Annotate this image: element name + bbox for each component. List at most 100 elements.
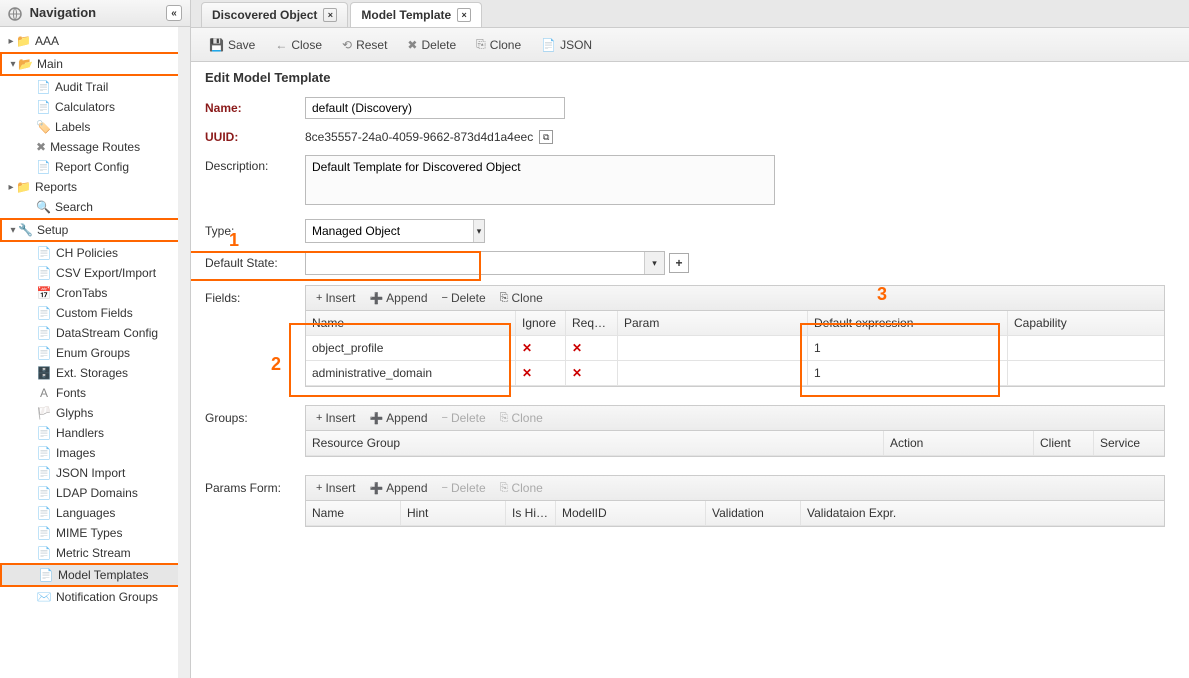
- table-row[interactable]: administrative_domain✕✕1: [306, 361, 1164, 386]
- append-button[interactable]: ➕Append: [363, 289, 433, 307]
- fields-grid: +Insert ➕Append −Delete ⎘Clone Name Igno…: [305, 285, 1165, 387]
- file-icon: 📄: [541, 38, 556, 52]
- col-name[interactable]: Name: [306, 501, 401, 525]
- file-icon: 📄: [36, 160, 51, 174]
- tree-item[interactable]: 🏳️Glyphs: [0, 403, 190, 423]
- tree-item[interactable]: 📄Handlers: [0, 423, 190, 443]
- minus-icon: −: [442, 482, 448, 494]
- insert-button[interactable]: +Insert: [310, 409, 361, 427]
- tab-model-template[interactable]: Model Template ×: [350, 2, 482, 27]
- tree-item[interactable]: 📄Images: [0, 443, 190, 463]
- insert-button[interactable]: +Insert: [310, 479, 361, 497]
- type-input[interactable]: [306, 220, 473, 242]
- groups-header-row: Resource Group Action Client Service: [306, 431, 1164, 456]
- col-action[interactable]: Action: [884, 431, 1034, 455]
- col-required[interactable]: Requi...: [566, 311, 618, 335]
- tree-item[interactable]: 📄Metric Stream: [0, 543, 190, 563]
- col-hint[interactable]: Hint: [401, 501, 506, 525]
- col-is-hide[interactable]: Is Hide: [506, 501, 556, 525]
- col-service[interactable]: Service: [1094, 431, 1164, 455]
- tree-scrollbar[interactable]: [178, 27, 190, 678]
- col-param[interactable]: Param: [618, 311, 808, 335]
- save-icon: 💾: [209, 38, 224, 52]
- tree-item-setup[interactable]: ▾ 🔧 Setup: [0, 218, 190, 242]
- name-input[interactable]: [305, 97, 565, 119]
- copy-icon[interactable]: ⧉: [539, 130, 553, 144]
- tree-item[interactable]: 📄DataStream Config: [0, 323, 190, 343]
- insert-button[interactable]: +Insert: [310, 289, 361, 307]
- tree-item[interactable]: 📄Calculators: [0, 97, 190, 117]
- append-button[interactable]: ➕Append: [363, 479, 433, 497]
- table-row[interactable]: object_profile✕✕1: [306, 336, 1164, 361]
- tree-item[interactable]: 📄JSON Import: [0, 463, 190, 483]
- col-client[interactable]: Client: [1034, 431, 1094, 455]
- cell-default-expression: 1: [808, 336, 1008, 360]
- fields-grid-toolbar: +Insert ➕Append −Delete ⎘Clone: [306, 286, 1164, 311]
- default-state-combo[interactable]: ▾: [305, 251, 665, 275]
- params-grid: +Insert ➕Append −Delete ⎘Clone Name Hint…: [305, 475, 1165, 527]
- tab-label: Discovered Object: [212, 8, 317, 22]
- tree-item[interactable]: 📄Custom Fields: [0, 303, 190, 323]
- default-state-input[interactable]: [306, 252, 644, 274]
- close-icon[interactable]: ×: [323, 8, 337, 22]
- sidebar-collapse-button[interactable]: «: [166, 5, 182, 21]
- tree-item[interactable]: 📄MIME Types: [0, 523, 190, 543]
- delete-button[interactable]: ✖Delete: [399, 35, 464, 55]
- tree-item-aaa[interactable]: ▸ 📁 AAA: [0, 31, 190, 51]
- tree-item[interactable]: 📄CH Policies: [0, 243, 190, 263]
- file-icon: 🗄️: [36, 366, 52, 380]
- save-button[interactable]: 💾Save: [201, 35, 263, 55]
- add-state-button[interactable]: +: [669, 253, 689, 273]
- delete-button: −Delete: [436, 409, 492, 427]
- tree-item[interactable]: 📄Languages: [0, 503, 190, 523]
- tree-item[interactable]: AFonts: [0, 383, 190, 403]
- col-name[interactable]: Name: [306, 311, 516, 335]
- delete-button: −Delete: [436, 479, 492, 497]
- tree-item-model-templates[interactable]: 📄Model Templates: [0, 563, 190, 587]
- x-icon: ✕: [572, 366, 582, 380]
- tree-item[interactable]: 📄CSV Export/Import: [0, 263, 190, 283]
- tree-label: AAA: [35, 34, 59, 48]
- tree-item[interactable]: 📄Report Config: [0, 157, 190, 177]
- tree-item[interactable]: 🏷️Labels: [0, 117, 190, 137]
- col-resource-group[interactable]: Resource Group: [306, 431, 884, 455]
- json-button[interactable]: 📄JSON: [533, 35, 600, 55]
- col-default-expression[interactable]: Default expression: [808, 311, 1008, 335]
- delete-button[interactable]: −Delete: [436, 289, 492, 307]
- tree-label: Metric Stream: [56, 546, 131, 560]
- file-icon: ✖: [36, 140, 46, 154]
- close-icon[interactable]: ×: [457, 8, 471, 22]
- tree-label: Fonts: [56, 386, 86, 400]
- col-validation-expr[interactable]: Validataion Expr.: [801, 501, 931, 525]
- tree-item[interactable]: ✉️Notification Groups: [0, 587, 190, 607]
- tree-item-reports[interactable]: ▸ 📁 Reports: [0, 177, 190, 197]
- append-button[interactable]: ➕Append: [363, 409, 433, 427]
- clone-button[interactable]: ⎘Clone: [468, 34, 529, 55]
- reset-button[interactable]: ⟲Reset: [334, 35, 395, 55]
- tree-item[interactable]: 📄Enum Groups: [0, 343, 190, 363]
- close-button[interactable]: ←Close: [267, 35, 330, 55]
- col-modelid[interactable]: ModelID: [556, 501, 706, 525]
- type-combo[interactable]: ▾: [305, 219, 485, 243]
- tab-discovered-object[interactable]: Discovered Object ×: [201, 2, 348, 27]
- file-icon: 📄: [38, 568, 54, 582]
- tree-item[interactable]: ✖ Message Routes: [0, 137, 190, 157]
- tree-label: Message Routes: [50, 140, 140, 154]
- tree-item-search[interactable]: 🔍 Search: [0, 197, 190, 217]
- col-capability[interactable]: Capability: [1008, 311, 1164, 335]
- btn-label: Delete: [451, 291, 486, 305]
- col-validation[interactable]: Validation: [706, 501, 801, 525]
- tree-item[interactable]: 🗄️Ext. Storages: [0, 363, 190, 383]
- params-grid-toolbar: +Insert ➕Append −Delete ⎘Clone: [306, 476, 1164, 501]
- col-ignore[interactable]: Ignore: [516, 311, 566, 335]
- chevron-down-icon[interactable]: ▾: [473, 220, 484, 242]
- file-icon: 📄: [36, 306, 52, 320]
- description-input[interactable]: [305, 155, 775, 205]
- file-icon: 📄: [36, 446, 52, 460]
- tree-item-main[interactable]: ▾ 📂 Main: [0, 52, 190, 76]
- chevron-down-icon[interactable]: ▾: [644, 252, 664, 274]
- tree-item[interactable]: 📄LDAP Domains: [0, 483, 190, 503]
- tree-item[interactable]: 📄Audit Trail: [0, 77, 190, 97]
- clone-button[interactable]: ⎘Clone: [494, 289, 549, 307]
- tree-item[interactable]: 📅CronTabs: [0, 283, 190, 303]
